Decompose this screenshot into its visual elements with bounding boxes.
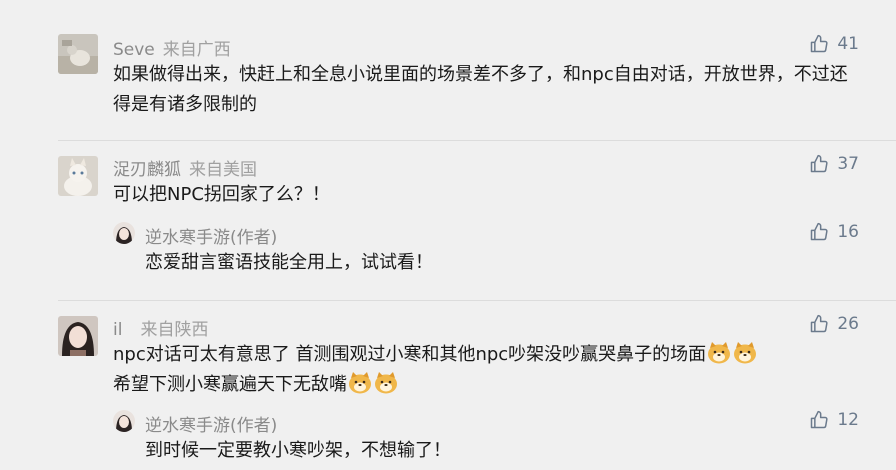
like-button[interactable]: 16 <box>809 222 859 242</box>
like-count: 37 <box>837 154 859 174</box>
like-count: 12 <box>837 410 859 430</box>
author-avatar[interactable] <box>113 222 135 244</box>
location-label: 来自广西 <box>162 40 231 60</box>
thumbs-up-icon <box>811 222 828 241</box>
username[interactable]: il <box>113 320 122 340</box>
comment-item: Seve 来自广西 41 如果做得出来，快赶上和全息小说里面的场景差不多了，和np… <box>0 0 896 140</box>
reply-meta: 逆水寒手游(作者) <box>145 223 277 248</box>
thumbs-up-icon <box>811 154 828 173</box>
like-count: 26 <box>837 314 859 334</box>
reply-text: 到时候一定要教小寒吵架，不想输了！ <box>145 440 451 461</box>
doge-emoji-icon <box>375 372 397 394</box>
comment-text-line: 希望下测小寒赢遍天下无敌嘴 <box>113 370 873 400</box>
author-username[interactable]: 逆水寒手游(作者) <box>145 228 277 248</box>
doge-emoji-icon <box>349 372 371 394</box>
username[interactable]: Seve <box>113 40 155 60</box>
thumbs-up-icon <box>811 34 828 53</box>
comment-meta: Seve 来自广西 <box>113 35 231 60</box>
like-button[interactable]: 12 <box>809 410 859 430</box>
location-label: 来自陕西 <box>140 320 209 340</box>
like-button[interactable]: 37 <box>809 154 859 174</box>
comment-meta: 浞刃麟狐 来自美国 <box>113 155 257 180</box>
thumbs-up-icon <box>811 314 828 333</box>
like-count: 16 <box>837 222 859 242</box>
reply-text: 恋爱甜言蜜语技能全用上，试试看！ <box>145 252 433 273</box>
comment-text-line: npc对话可太有意思了 首测围观过小寒和其他npc吵架没吵赢哭鼻子的场面 <box>113 340 873 370</box>
comment-text: 如果做得出来，快赶上和全息小说里面的场景差不多了，和npc自由对话，开放世界，不… <box>113 64 848 115</box>
like-button[interactable]: 26 <box>809 314 859 334</box>
doge-emoji-icon <box>734 342 757 364</box>
thumbs-up-icon <box>811 410 828 429</box>
username[interactable]: 浞刃麟狐 <box>113 160 181 180</box>
doge-emoji-icon <box>708 342 731 364</box>
user-avatar[interactable] <box>58 156 98 196</box>
reply-meta: 逆水寒手游(作者) <box>145 411 277 436</box>
comment-text: npc对话可太有意思了 首测围观过小寒和其他npc吵架没吵赢哭鼻子的场面 希望下… <box>113 340 873 400</box>
like-button[interactable]: 41 <box>809 34 859 54</box>
comment-item: 浞刃麟狐 来自美国 37 可以把NPC拐回家了么？！ 逆水寒手游(作者) 16 恋… <box>0 140 896 300</box>
author-username[interactable]: 逆水寒手游(作者) <box>145 416 277 436</box>
user-avatar[interactable] <box>58 34 98 74</box>
comment-meta: il 来自陕西 <box>113 315 208 340</box>
comment-item: il 来自陕西 26 npc对话可太有意思了 首测围观过小寒和其他npc吵架没吵赢… <box>0 300 896 470</box>
author-avatar[interactable] <box>113 410 135 432</box>
location-label: 来自美国 <box>189 160 257 180</box>
like-count: 41 <box>837 34 859 54</box>
comment-text: 可以把NPC拐回家了么？！ <box>113 184 330 205</box>
user-avatar[interactable] <box>58 316 98 356</box>
